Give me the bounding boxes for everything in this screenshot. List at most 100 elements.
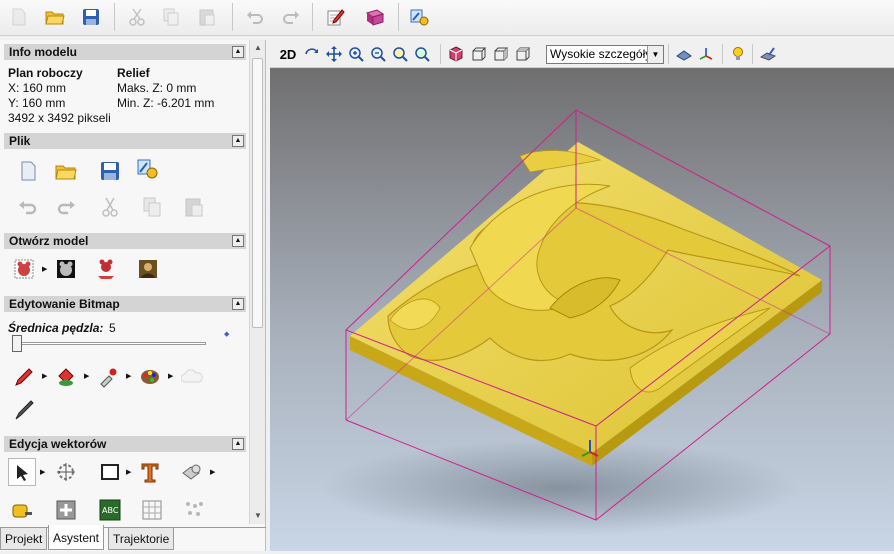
open-photo-button[interactable] <box>134 255 162 283</box>
nodes-tool-button[interactable] <box>180 496 208 524</box>
side-view-button[interactable] <box>490 44 510 64</box>
iso-view-button[interactable] <box>446 44 466 64</box>
rectangle-tool-button[interactable] <box>96 458 124 486</box>
file-section-header[interactable]: Plik ▲ <box>4 133 246 149</box>
weld-tool-button[interactable] <box>52 496 80 524</box>
material-button[interactable] <box>758 44 778 64</box>
text-layout-button[interactable]: ABC <box>96 496 124 524</box>
cube-iso-icon <box>449 46 463 62</box>
open-grayscale-button[interactable] <box>52 255 80 283</box>
undo-button[interactable] <box>240 3 270 31</box>
pan-view-button[interactable] <box>324 44 344 64</box>
color-picker-button[interactable] <box>94 363 122 391</box>
redo-button[interactable] <box>52 193 80 221</box>
workplane-toggle-button[interactable] <box>674 44 694 64</box>
zoom-fit-button[interactable] <box>390 44 410 64</box>
new-file-button[interactable] <box>4 3 34 31</box>
bitmap-section-header[interactable]: Edytowanie Bitmap ▲ <box>4 296 246 312</box>
copy-button[interactable] <box>138 193 166 221</box>
eraser-button[interactable] <box>178 363 206 391</box>
select-tool-button[interactable] <box>8 458 36 486</box>
info-section-header[interactable]: Info modelu ▲ <box>4 44 246 60</box>
notepad-edit-button[interactable] <box>320 3 350 31</box>
rotate-view-button[interactable] <box>302 44 322 64</box>
slider-dot-icon: ◆ <box>224 331 230 338</box>
more-arrow-icon[interactable]: ▶ <box>210 468 215 476</box>
more-arrow-icon[interactable]: ▶ <box>40 468 45 476</box>
cursor-arrow-icon <box>17 465 28 481</box>
more-arrow-icon[interactable]: ▶ <box>42 372 47 380</box>
brush-slider-track[interactable] <box>12 342 206 345</box>
scroll-up-icon[interactable]: ▲ <box>250 40 266 56</box>
teddy-image-icon <box>14 259 34 279</box>
2d-view-button[interactable]: 2D <box>278 44 298 64</box>
draw-line-button[interactable] <box>10 396 38 424</box>
open-model-section-header[interactable]: Otwórz model ▲ <box>4 233 246 249</box>
save-file-button[interactable] <box>96 157 124 185</box>
cut-button[interactable] <box>122 3 152 31</box>
copy-icon <box>143 197 161 217</box>
brush-slider-thumb[interactable] <box>12 335 22 352</box>
zoom-previous-button[interactable] <box>412 44 432 64</box>
more-arrow-icon[interactable]: ▶ <box>84 372 89 380</box>
collapse-icon[interactable]: ▲ <box>232 298 244 310</box>
abc-grid-icon: ABC <box>99 499 121 521</box>
vectors-section-header[interactable]: Edycja wektorów ▲ <box>4 436 246 452</box>
collapse-icon[interactable]: ▲ <box>232 135 244 147</box>
palette-icon <box>141 370 159 384</box>
more-arrow-icon[interactable]: ▶ <box>126 468 131 476</box>
zoom-in-button[interactable] <box>346 44 366 64</box>
collapse-icon[interactable]: ▲ <box>232 438 244 450</box>
chevron-down-icon[interactable]: ▼ <box>647 46 663 63</box>
transform-tool-button[interactable] <box>52 458 80 486</box>
save-button[interactable] <box>76 3 106 31</box>
open-file-button[interactable] <box>52 157 80 185</box>
undo-icon <box>19 201 37 215</box>
scroll-down-icon[interactable]: ▼ <box>250 508 266 524</box>
fill-tool-button[interactable] <box>52 363 80 391</box>
text-tool-button[interactable] <box>136 458 164 486</box>
view-toolbar: 2D Wysokie szczegóły ▼ <box>270 40 894 68</box>
panel-scrollbar[interactable]: ▲ ▼ <box>249 40 265 524</box>
open-image-button[interactable] <box>10 255 38 283</box>
cube-front-icon <box>472 47 486 61</box>
collapse-icon[interactable]: ▲ <box>232 46 244 58</box>
front-view-button[interactable] <box>468 44 488 64</box>
lighting-button[interactable] <box>728 44 748 64</box>
more-arrow-icon[interactable]: ▶ <box>168 372 173 380</box>
zoom-out-button[interactable] <box>368 44 388 64</box>
render-canvas[interactable] <box>270 68 894 551</box>
new-file-button[interactable] <box>14 157 42 185</box>
copy-icon <box>163 8 179 26</box>
collapse-icon[interactable]: ▲ <box>232 235 244 247</box>
notepad-pencil-icon <box>327 9 345 26</box>
wizard-settings-button[interactable] <box>404 3 434 31</box>
paste-button[interactable] <box>180 193 208 221</box>
book-help-button[interactable] <box>360 3 390 31</box>
copy-button[interactable] <box>156 3 186 31</box>
redo-button[interactable] <box>276 3 306 31</box>
cut-button[interactable] <box>96 193 124 221</box>
tape-measure-button[interactable] <box>8 496 36 524</box>
detail-level-select[interactable]: Wysokie szczegóły ▼ <box>546 45 664 64</box>
scroll-thumb[interactable] <box>252 58 263 328</box>
mesh-tool-button[interactable] <box>138 496 166 524</box>
tab-toolpaths[interactable]: Trajektorie <box>108 528 175 550</box>
paste-button[interactable] <box>192 3 222 31</box>
undo-button[interactable] <box>14 193 42 221</box>
open-relief-button[interactable] <box>92 255 120 283</box>
pen-tool-button[interactable] <box>10 363 38 391</box>
shape-tool-button[interactable] <box>178 458 206 486</box>
tab-assistant[interactable]: Asystent <box>48 525 105 550</box>
more-arrow-icon[interactable]: ▶ <box>126 372 131 380</box>
tab-project[interactable]: Projekt <box>0 528 48 550</box>
palette-button[interactable] <box>136 363 164 391</box>
bitmap-section-title: Edytowanie Bitmap <box>9 297 120 311</box>
wizard-button[interactable] <box>133 155 161 183</box>
folder-icon <box>45 11 65 25</box>
open-folder-button[interactable] <box>40 3 70 31</box>
mona-lisa-icon <box>139 260 157 278</box>
axes-toggle-button[interactable] <box>696 44 716 64</box>
more-arrow-icon[interactable]: ▶ <box>42 265 47 273</box>
top-view-button[interactable] <box>512 44 532 64</box>
